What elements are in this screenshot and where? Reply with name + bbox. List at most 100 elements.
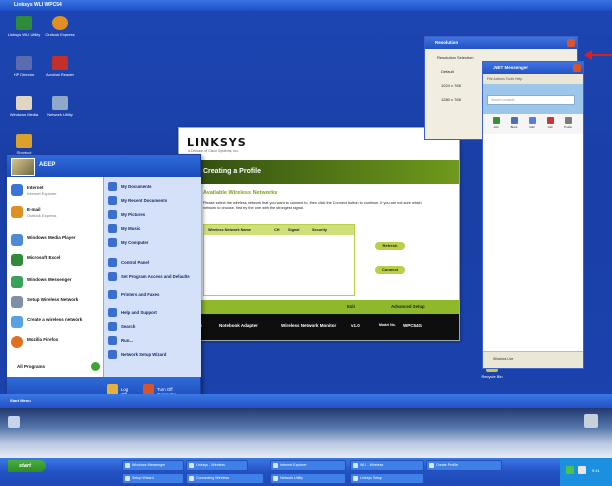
taskbar-button-profile[interactable]: Create Profile xyxy=(426,460,502,471)
start-item-my-music[interactable]: My Music xyxy=(108,223,198,235)
contact-search-input[interactable]: Search contacts xyxy=(487,95,575,105)
start-item-program-defaults[interactable]: Set Program Access and Defaults xyxy=(108,271,198,283)
start-item-search[interactable]: Search xyxy=(108,321,198,333)
add-icon xyxy=(492,117,500,124)
start-item-network-wizard[interactable]: Network Setup Wizard xyxy=(108,349,198,361)
desktop-icon-linksys[interactable]: Linksys WLI Utility xyxy=(4,16,44,37)
messenger-status-text: Windows Live xyxy=(493,357,514,361)
status-monitor: Wireless Network Monitor xyxy=(281,323,337,328)
taskbar-button-setup[interactable]: Setup Wizard xyxy=(122,473,184,484)
taskbar: start Windows Messenger Linksys - Wirele… xyxy=(0,458,612,486)
column-channel: CH xyxy=(274,228,280,232)
resolution-option-1024[interactable]: 1024 x 768 xyxy=(441,83,461,88)
add-contact-button[interactable]: Add xyxy=(491,117,501,131)
desktop-icon-hp-director[interactable]: HP Director xyxy=(4,56,44,77)
network-icon xyxy=(11,316,23,328)
networks-table-header: Wireless Network Name CH Signal Security xyxy=(204,225,354,235)
taskbar-button-connecting[interactable]: Connecting Wireless xyxy=(186,473,264,484)
music-icon xyxy=(108,224,117,233)
start-item-run[interactable]: Run... xyxy=(108,335,198,347)
profile-button[interactable]: Profile xyxy=(563,117,573,131)
taskbar-button-network[interactable]: Network Utility xyxy=(270,473,346,484)
status-model: WPC54G xyxy=(403,323,423,328)
messenger-title: .NET Messenger xyxy=(493,65,529,70)
start-item-wireless-setup[interactable]: Setup Wireless Network xyxy=(11,295,99,311)
linksys-header: LINKSYS A Division of Cisco Systems, Inc… xyxy=(179,128,459,160)
start-item-excel[interactable]: Microsoft Excel xyxy=(11,253,99,269)
desktop-lower-icon[interactable] xyxy=(8,416,20,428)
start-item-help[interactable]: Help and Support xyxy=(108,307,198,319)
excel-icon xyxy=(11,254,23,266)
call-button[interactable]: Call xyxy=(545,117,555,131)
page-title: Creating a Profile xyxy=(203,168,261,175)
email-icon xyxy=(11,206,23,218)
start-item-my-computer[interactable]: My Computer xyxy=(108,237,198,249)
block-button[interactable]: Block xyxy=(509,117,519,131)
block-icon xyxy=(510,117,518,124)
refresh-button[interactable]: Refresh xyxy=(375,242,405,250)
desktop-icon-network[interactable]: Network Utility xyxy=(40,96,80,117)
start-item-recent-documents[interactable]: My Recent Documents xyxy=(108,195,198,207)
recycle-bin-lower-icon[interactable] xyxy=(584,414,598,428)
taskbar-button-ie[interactable]: Internet Explorer xyxy=(270,460,346,471)
resolution-option-default[interactable]: Default xyxy=(441,69,454,74)
start-item-printers[interactable]: Printers and Faxes xyxy=(108,289,198,301)
desktop-icon-shortcut[interactable]: Shortcut xyxy=(4,134,44,155)
mail-button[interactable]: Mail xyxy=(527,117,537,131)
messenger-status-bar: Windows Live xyxy=(483,351,583,368)
networks-table[interactable]: Wireless Network Name CH Signal Security xyxy=(203,224,355,296)
start-item-email[interactable]: E-mail Outlook Express xyxy=(11,205,99,221)
linksys-body: Available Wireless Networks Please selec… xyxy=(179,184,459,300)
window-title-bar: Linksys WLI WPC54 xyxy=(0,0,612,11)
window-title: Linksys WLI WPC54 xyxy=(14,2,62,8)
start-item-media-player[interactable]: Windows Media Player xyxy=(11,233,99,249)
start-item-create-network[interactable]: Create a wireless network xyxy=(11,315,99,331)
start-item-my-pictures[interactable]: My Pictures xyxy=(108,209,198,221)
start-item-messenger[interactable]: Windows Messenger xyxy=(11,275,99,291)
pictures-icon xyxy=(108,210,117,219)
taskbar-upper: Start Menu xyxy=(0,394,612,408)
start-item-internet[interactable]: Internet Internet Explorer xyxy=(11,183,99,199)
instructions-text: Please select the wireless network that … xyxy=(203,201,422,210)
close-icon[interactable] xyxy=(567,39,575,47)
start-item-firefox[interactable]: Mozilla Firefox xyxy=(11,335,99,351)
run-icon xyxy=(108,336,117,345)
start-item-my-documents[interactable]: My Documents xyxy=(108,181,198,193)
mail-icon xyxy=(528,117,536,124)
taskbar-button-wli[interactable]: WLI - Wireless xyxy=(350,460,424,471)
messenger-title-bar: .NET Messenger xyxy=(483,62,583,74)
network-status-icon[interactable] xyxy=(566,466,574,474)
printer-icon xyxy=(108,290,117,299)
resolution-option-1280[interactable]: 1280 x 768 xyxy=(441,97,461,102)
taskbar-button-messenger[interactable]: Windows Messenger xyxy=(122,460,184,471)
all-programs-button[interactable]: All Programs xyxy=(11,361,101,373)
resolution-dialog-title-bar: Resolution xyxy=(425,37,577,49)
linksys-status-bar: 802.11G Notebook Adapter Wireless Networ… xyxy=(179,314,459,340)
search-icon xyxy=(108,322,117,331)
start-menu: AEEP Internet Internet Explorer E-mail Out… xyxy=(6,154,201,404)
taskbar-upper-label: Start Menu xyxy=(10,398,31,403)
desktop-icon-media[interactable]: Windows Media xyxy=(4,96,44,117)
clock: 9:41 xyxy=(592,468,600,473)
window-icon xyxy=(125,476,130,481)
desktop-icon-outlook[interactable]: Outlook Express xyxy=(40,16,80,37)
taskbar-button-linksys-setup[interactable]: Linksys Setup xyxy=(350,473,424,484)
recent-icon xyxy=(108,196,117,205)
exit-link[interactable]: Exit xyxy=(347,304,355,309)
start-button[interactable]: start xyxy=(8,460,46,472)
desktop-icon-acrobat[interactable]: Acrobat Reader xyxy=(40,56,80,77)
help-icon xyxy=(108,308,117,317)
firefox-icon xyxy=(11,336,23,348)
connect-button[interactable]: Connect xyxy=(375,266,405,274)
volume-icon[interactable] xyxy=(578,466,586,474)
network-utility-icon xyxy=(52,96,68,110)
advanced-setup-link[interactable]: Advanced Setup xyxy=(391,304,425,309)
start-item-control-panel[interactable]: Control Panel xyxy=(108,257,198,269)
linksys-utility-icon xyxy=(16,16,32,30)
messenger-close-icon[interactable] xyxy=(573,64,581,72)
taskbar-button-linksys[interactable]: Linksys - Wireless xyxy=(186,460,248,471)
messenger-menu[interactable]: File Actions Tools Help xyxy=(487,77,522,81)
linksys-logo: LINKSYS xyxy=(187,136,247,149)
profile-icon xyxy=(564,117,572,124)
section-title: Available Wireless Networks xyxy=(203,190,278,196)
